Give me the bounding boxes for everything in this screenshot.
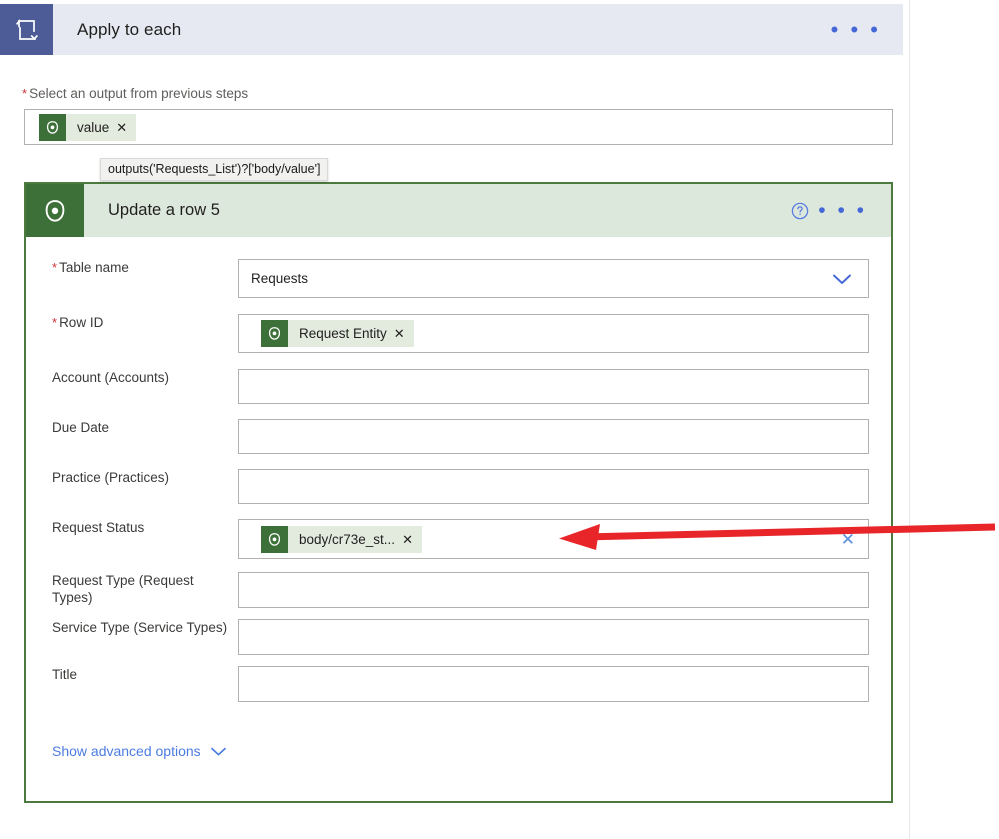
table-name-value: Requests: [251, 271, 309, 286]
update-a-row-action-card: Update a row 5 • • • * Table name Request…: [24, 182, 893, 803]
required-asterisk: *: [52, 260, 58, 275]
field-label-practice: Practice (Practices): [52, 470, 170, 485]
field-label-table-name: * Table name: [52, 259, 238, 276]
table-name-dropdown[interactable]: Requests: [238, 259, 869, 298]
field-label-title: Title: [52, 667, 78, 682]
clear-field-icon[interactable]: ✕: [841, 531, 855, 548]
field-control-service-type: [238, 619, 869, 655]
chevron-down-icon: [210, 746, 227, 757]
field-control-practice: [238, 469, 869, 504]
chevron-down-icon[interactable]: [831, 272, 853, 286]
help-circle-icon[interactable]: [790, 201, 810, 221]
account-input[interactable]: [238, 369, 869, 404]
field-label-request-type: Request Type (Request Types): [52, 573, 194, 605]
apply-to-each-title: Apply to each: [77, 19, 182, 39]
field-row-practice: Practice (Practices): [52, 469, 869, 504]
show-advanced-options-label: Show advanced options: [52, 743, 201, 759]
loop-repeat-icon: [0, 4, 53, 55]
show-advanced-options-link[interactable]: Show advanced options: [52, 743, 227, 759]
title-input[interactable]: [238, 666, 869, 702]
token-remove-icon[interactable]: ✕: [394, 327, 414, 340]
field-label-due-date: Due Date: [52, 420, 110, 435]
select-output-input[interactable]: value ✕: [24, 109, 893, 145]
token-chip-label: value: [77, 119, 110, 135]
dataverse-icon: [261, 525, 288, 553]
expression-tooltip: outputs('Requests_List')?['body/value']: [100, 158, 329, 181]
dataverse-icon: [261, 320, 288, 347]
field-label-text: Table name: [59, 260, 129, 275]
apply-to-each-header[interactable]: Apply to each • • •: [0, 4, 903, 55]
field-label-text: Row ID: [59, 315, 104, 330]
field-label-row-id: * Row ID: [52, 314, 238, 331]
action-card-menu-button[interactable]: • • •: [818, 200, 867, 221]
token-chip-label: body/cr73e_st...: [299, 531, 396, 547]
field-control-request-type: [238, 572, 869, 608]
field-control-row-id: Request Entity ✕: [238, 314, 869, 353]
field-row-table-name: * Table name Requests: [52, 259, 869, 298]
token-chip-request-status[interactable]: body/cr73e_st... ✕: [261, 525, 422, 553]
dataverse-icon: [39, 113, 66, 141]
field-label-account: Account (Accounts): [52, 370, 170, 385]
token-remove-icon[interactable]: ✕: [116, 121, 136, 134]
token-chip-request-entity[interactable]: Request Entity ✕: [261, 320, 414, 347]
field-row-row-id: * Row ID Request Entity ✕: [52, 314, 869, 353]
service-type-input[interactable]: [238, 619, 869, 655]
field-control-table-name: Requests: [238, 259, 869, 298]
field-control-request-status: body/cr73e_st... ✕ ✕: [238, 519, 869, 559]
field-control-title: [238, 666, 869, 702]
due-date-input[interactable]: [238, 419, 869, 454]
practice-input[interactable]: [238, 469, 869, 504]
field-row-due-date: Due Date: [52, 419, 869, 454]
select-output-label: * Select an output from previous steps: [22, 86, 248, 101]
row-id-input[interactable]: Request Entity ✕: [238, 314, 869, 353]
request-type-input[interactable]: [238, 572, 869, 608]
token-remove-icon[interactable]: ✕: [402, 533, 422, 546]
field-label-service-type: Service Type (Service Types): [52, 620, 228, 635]
field-label-request-status: Request Status: [52, 520, 145, 535]
field-control-due-date: [238, 419, 869, 454]
required-asterisk: *: [52, 315, 58, 330]
canvas-right-gutter: [911, 0, 999, 839]
action-card-title: Update a row 5: [108, 201, 220, 219]
field-row-request-status: Request Status body/cr73e_st... ✕ ✕: [52, 519, 869, 559]
request-status-input[interactable]: body/cr73e_st... ✕ ✕: [238, 519, 869, 559]
field-control-account: [238, 369, 869, 404]
required-asterisk: *: [22, 86, 28, 101]
field-row-service-type: Service Type (Service Types): [52, 619, 869, 655]
field-row-request-type: Request Type (Request Types): [52, 572, 869, 608]
token-chip-value[interactable]: value ✕: [39, 113, 137, 141]
apply-to-each-menu-button[interactable]: • • •: [831, 18, 881, 40]
dataverse-icon: [26, 184, 84, 237]
action-card-body: * Table name Requests * Row ID Request E…: [26, 259, 891, 702]
field-row-title: Title: [52, 666, 869, 702]
field-row-account: Account (Accounts): [52, 369, 869, 404]
action-card-header[interactable]: Update a row 5 • • •: [26, 184, 891, 237]
select-output-label-text: Select an output from previous steps: [29, 86, 249, 101]
token-chip-label: Request Entity: [299, 326, 387, 341]
